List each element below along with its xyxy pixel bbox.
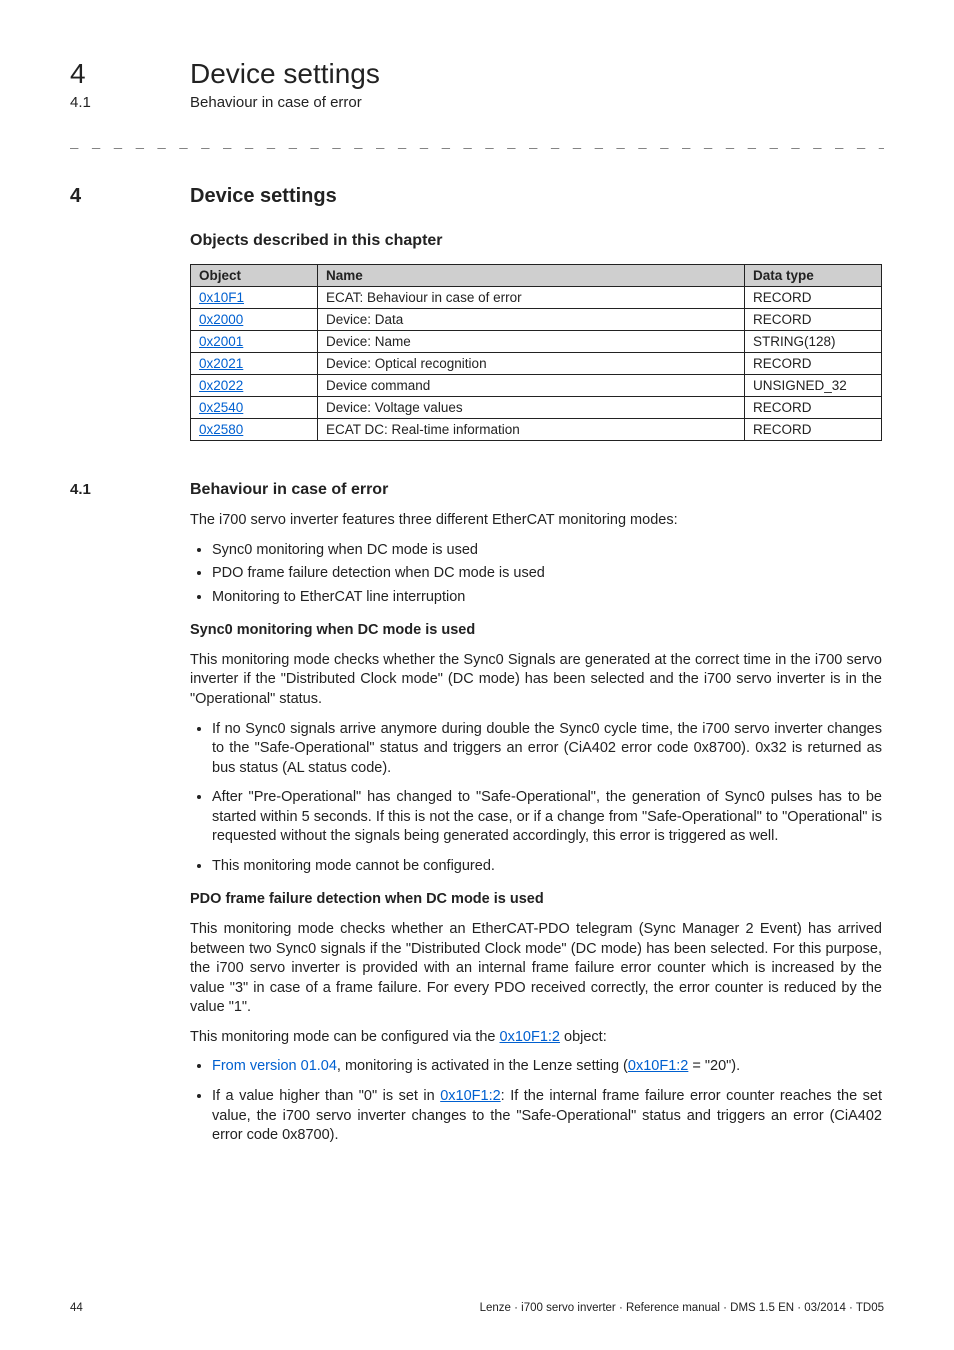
main-heading-num: 4 — [70, 185, 190, 208]
objects-table: Object Name Data type 0x10F1 ECAT: Behav… — [190, 264, 882, 441]
list-item: This monitoring mode cannot be configure… — [212, 857, 882, 877]
text: = "20"). — [688, 1058, 740, 1074]
cell-datatype: STRING(128) — [745, 331, 882, 353]
objects-heading: Objects described in this chapter — [190, 232, 884, 250]
cell-name: Device: Name — [318, 331, 745, 353]
sync0-list: If no Sync0 signals arrive anymore durin… — [190, 720, 882, 877]
cell-name: Device command — [318, 375, 745, 397]
object-link[interactable]: 0x10F1 — [199, 290, 244, 305]
table-row: 0x2000 Device: Data RECORD — [191, 309, 882, 331]
list-item: If no Sync0 signals arrive anymore durin… — [212, 720, 882, 779]
object-link[interactable]: 0x2580 — [199, 422, 243, 437]
table-row: 0x2580 ECAT DC: Real-time information RE… — [191, 419, 882, 441]
main-heading-title: Device settings — [190, 185, 337, 208]
pdo-list: From version 01.04, monitoring is activa… — [190, 1057, 882, 1145]
header-chapter-num: 4 — [70, 58, 190, 90]
table-row: 0x2021 Device: Optical recognition RECOR… — [191, 353, 882, 375]
text: object: — [560, 1029, 607, 1045]
text: If a value higher than "0" is set in — [212, 1088, 440, 1104]
list-item: Monitoring to EtherCAT line interruption — [212, 588, 882, 608]
section-intro: The i700 servo inverter features three d… — [190, 511, 882, 531]
cell-datatype: UNSIGNED_32 — [745, 375, 882, 397]
object-link[interactable]: 0x2022 — [199, 378, 243, 393]
cell-name: Device: Voltage values — [318, 397, 745, 419]
cell-name: ECAT DC: Real-time information — [318, 419, 745, 441]
header-section-title: Behaviour in case of error — [190, 94, 362, 111]
table-header-row: Object Name Data type — [191, 265, 882, 287]
pdo-heading: PDO frame failure detection when DC mode… — [190, 890, 882, 910]
object-link[interactable]: 0x2540 — [199, 400, 243, 415]
cell-name: ECAT: Behaviour in case of error — [318, 287, 745, 309]
cell-name: Device: Data — [318, 309, 745, 331]
cell-datatype: RECORD — [745, 353, 882, 375]
modes-list: Sync0 monitoring when DC mode is used PD… — [190, 541, 882, 608]
list-item: PDO frame failure detection when DC mode… — [212, 564, 882, 584]
text: This monitoring mode can be configured v… — [190, 1029, 500, 1045]
sync0-para: This monitoring mode checks whether the … — [190, 651, 882, 710]
object-link[interactable]: 0x2001 — [199, 334, 243, 349]
list-item: From version 01.04, monitoring is activa… — [212, 1057, 882, 1077]
th-datatype: Data type — [745, 265, 882, 287]
object-link[interactable]: 0x10F1:2 — [500, 1029, 560, 1045]
version-note: From version 01.04 — [212, 1058, 337, 1074]
table-row: 0x2022 Device command UNSIGNED_32 — [191, 375, 882, 397]
header-section-num: 4.1 — [70, 94, 190, 111]
cell-datatype: RECORD — [745, 397, 882, 419]
cell-datatype: RECORD — [745, 287, 882, 309]
cell-datatype: RECORD — [745, 309, 882, 331]
pdo-para: This monitoring mode checks whether an E… — [190, 920, 882, 1018]
cell-name: Device: Optical recognition — [318, 353, 745, 375]
separator-line: _ _ _ _ _ _ _ _ _ _ _ _ _ _ _ _ _ _ _ _ … — [70, 133, 884, 149]
section-title: Behaviour in case of error — [190, 481, 388, 499]
list-item: Sync0 monitoring when DC mode is used — [212, 541, 882, 561]
list-item: If a value higher than "0" is set in 0x1… — [212, 1087, 882, 1146]
header-chapter-title: Device settings — [190, 58, 380, 90]
cell-datatype: RECORD — [745, 419, 882, 441]
text: , monitoring is activated in the Lenze s… — [337, 1058, 628, 1074]
table-row: 0x10F1 ECAT: Behaviour in case of error … — [191, 287, 882, 309]
table-row: 0x2001 Device: Name STRING(128) — [191, 331, 882, 353]
object-link[interactable]: 0x2021 — [199, 356, 243, 371]
page-number: 44 — [70, 1302, 83, 1314]
footer-info: Lenze · i700 servo inverter · Reference … — [480, 1302, 884, 1314]
table-row: 0x2540 Device: Voltage values RECORD — [191, 397, 882, 419]
object-link[interactable]: 0x10F1:2 — [440, 1088, 500, 1104]
list-item: After "Pre-Operational" has changed to "… — [212, 788, 882, 847]
th-object: Object — [191, 265, 318, 287]
section-num: 4.1 — [70, 481, 190, 498]
pdo-conf-line: This monitoring mode can be configured v… — [190, 1028, 882, 1048]
th-name: Name — [318, 265, 745, 287]
sync0-heading: Sync0 monitoring when DC mode is used — [190, 621, 882, 641]
object-link[interactable]: 0x10F1:2 — [628, 1058, 688, 1074]
object-link[interactable]: 0x2000 — [199, 312, 243, 327]
